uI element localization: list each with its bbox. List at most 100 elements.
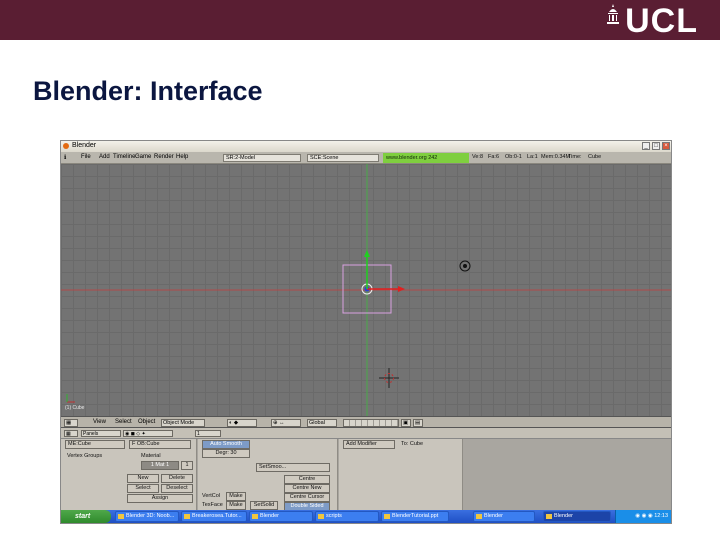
modifier-target-label: To: Cube [401, 441, 424, 447]
material-delete-button[interactable]: Delete [161, 474, 193, 483]
axis-gizmo [66, 394, 75, 403]
slide-title: Blender: Interface [33, 76, 263, 106]
lamp-object[interactable] [459, 260, 471, 272]
menu-add[interactable]: Add [99, 154, 110, 160]
material-count[interactable]: 1 [181, 461, 193, 470]
maximize-button[interactable]: □ [652, 142, 660, 150]
material-select-button[interactable]: Select [127, 484, 159, 493]
task-label: scripts [326, 513, 342, 519]
vertex-color-label: VertCol [202, 493, 221, 499]
task-blender-2[interactable]: Blender [473, 511, 535, 522]
set-solid-button[interactable]: SetSolid [250, 501, 278, 510]
screen-selector[interactable]: SR:2-Model [223, 154, 301, 162]
material-deselect-button[interactable]: Deselect [161, 484, 193, 493]
3d-cursor[interactable] [379, 368, 399, 388]
system-tray: ◉ ◉ ◉ 12:13 [615, 510, 671, 523]
stat-vertices: Ve:8 [472, 154, 484, 160]
degree-field[interactable]: Degr: 30 [202, 449, 250, 458]
start-button[interactable]: start [61, 510, 111, 523]
task-label: Blender [554, 513, 573, 519]
buttons-panels: ME:Cube F OB:Cube Vertex Groups Material… [61, 439, 671, 513]
folder-icon [184, 514, 190, 519]
blender-screenshot: Blender _ □ × ℹ File Add Timeline Game R… [60, 140, 672, 524]
scene-selector[interactable]: SCE:Scene [307, 154, 379, 162]
ucl-logo: UCL [605, 2, 698, 40]
close-button[interactable]: × [662, 142, 670, 150]
window-titlebar: Blender _ □ × [61, 141, 671, 152]
main-menubar: ℹ File Add Timeline Game Render Help SR:… [61, 152, 671, 164]
folder-icon [318, 514, 324, 519]
windows-taskbar: start Blender 3D: Noob... Breakerosea.Tu… [61, 510, 671, 523]
folder-icon [384, 514, 390, 519]
vertex-color-make-button[interactable]: Make [226, 492, 246, 501]
task-blender-3d-noob[interactable]: Blender 3D: Noob... [115, 511, 179, 522]
link-materials-panel: ME:Cube F OB:Cube Vertex Groups Material… [61, 439, 197, 513]
folder-icon [118, 514, 124, 519]
menu-timeline[interactable]: Timeline [113, 154, 135, 160]
task-blender-active[interactable]: Blender [543, 511, 611, 522]
minimize-button[interactable]: _ [642, 142, 650, 150]
set-smooth-field[interactable]: SetSmoo... [256, 463, 330, 472]
stat-memory: Mem:0.34M [541, 154, 571, 160]
centre-button[interactable]: Centre [284, 475, 330, 484]
mesh-name-field[interactable]: ME:Cube [65, 440, 125, 449]
task-scripts[interactable]: scripts [315, 511, 379, 522]
task-label: BlenderTutorial.ppt [392, 513, 439, 519]
material-field[interactable]: 1 Mat 1 [141, 461, 179, 470]
auto-smooth-toggle[interactable]: Auto Smooth [202, 440, 250, 449]
menu-view[interactable]: View [93, 419, 106, 425]
mode-selector[interactable]: Object Mode [161, 419, 205, 427]
centre-cursor-button[interactable]: Centre Cursor [284, 493, 330, 502]
menu-file[interactable]: File [81, 154, 91, 160]
modifiers-panel: Add Modifier To: Cube [339, 439, 463, 513]
buttons-window-type[interactable]: ▦ [64, 430, 78, 437]
stat-faces: Fa:6 [488, 154, 500, 160]
task-breakerosea[interactable]: Breakerosea.Tutor... [181, 511, 247, 522]
context-buttons[interactable]: ◉ ◼ ◇ ✦ [123, 430, 173, 437]
pivot-selector[interactable]: ⊕ ↔ [271, 419, 301, 427]
frame-field[interactable]: 1 [195, 430, 221, 437]
texface-label: TexFace [202, 502, 223, 508]
render-icon[interactable]: ▤ [413, 419, 423, 427]
tray-icons[interactable]: ◉ ◉ ◉ [635, 513, 654, 519]
centre-new-button[interactable]: Centre New [284, 484, 330, 493]
task-blender-folder[interactable]: Blender [249, 511, 313, 522]
clock: 12:13 [654, 513, 668, 519]
folder-icon [252, 514, 258, 519]
header-banner: UCL [0, 0, 720, 40]
folder-icon [476, 514, 482, 519]
blender-icon [546, 514, 552, 519]
vertex-groups-label: Vertex Groups [67, 453, 103, 459]
material-label: Material [141, 453, 161, 459]
material-assign-button[interactable]: Assign [127, 494, 193, 503]
3d-view-header: ▦ View Select Object Object Mode ◐ ◆ ⊕ ↔… [61, 416, 671, 428]
info-icon[interactable]: ℹ [64, 154, 66, 161]
object-name-field[interactable]: F OB:Cube [129, 440, 191, 449]
task-blender-tutorial-ppt[interactable]: BlenderTutorial.ppt [381, 511, 449, 522]
mesh-panel: Auto Smooth Degr: 30 SetSmoo... VertCol … [198, 439, 338, 513]
panels-menu[interactable]: Panels [81, 430, 121, 437]
object-name-label: (1) Cube [65, 405, 85, 411]
blender-icon [63, 143, 69, 149]
window-type-selector[interactable]: ▦ [64, 419, 78, 427]
manipulator-x-arrow[interactable] [398, 286, 405, 292]
menu-game[interactable]: Game [135, 154, 151, 160]
3d-viewport[interactable]: (1) Cube [61, 164, 671, 416]
task-label: Blender [260, 513, 279, 519]
version-status: www.blender.org 242 [383, 153, 469, 163]
manipulator-y-arrow[interactable] [364, 250, 370, 257]
texface-make-button[interactable]: Make [226, 501, 246, 510]
material-new-button[interactable]: New [127, 474, 159, 483]
menu-help[interactable]: Help [176, 154, 188, 160]
layer-buttons[interactable] [343, 419, 399, 427]
add-modifier-button[interactable]: Add Modifier [343, 440, 395, 449]
menu-object[interactable]: Object [138, 419, 155, 425]
stat-active-object: Cube [588, 154, 602, 160]
menu-render[interactable]: Render [154, 154, 174, 160]
lock-icon[interactable]: ▣ [401, 419, 411, 427]
logo-text: UCL [625, 2, 698, 40]
orientation-selector[interactable]: Global [307, 419, 337, 427]
menu-select[interactable]: Select [115, 419, 132, 425]
draw-type-selector[interactable]: ◐ ◆ [227, 419, 257, 427]
task-label: Blender [484, 513, 503, 519]
